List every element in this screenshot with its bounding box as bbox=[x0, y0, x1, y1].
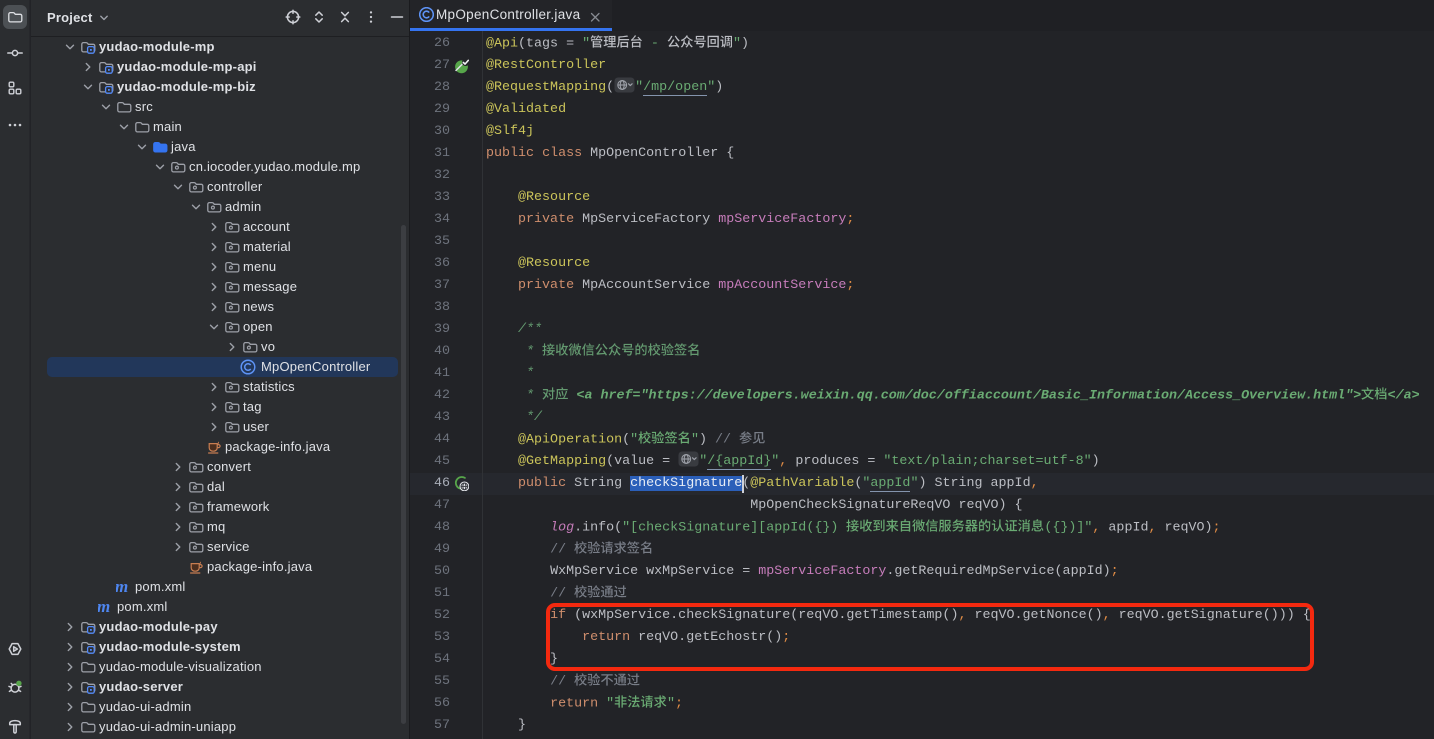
svg-text:m: m bbox=[98, 599, 110, 615]
svg-text:m: m bbox=[116, 579, 128, 595]
